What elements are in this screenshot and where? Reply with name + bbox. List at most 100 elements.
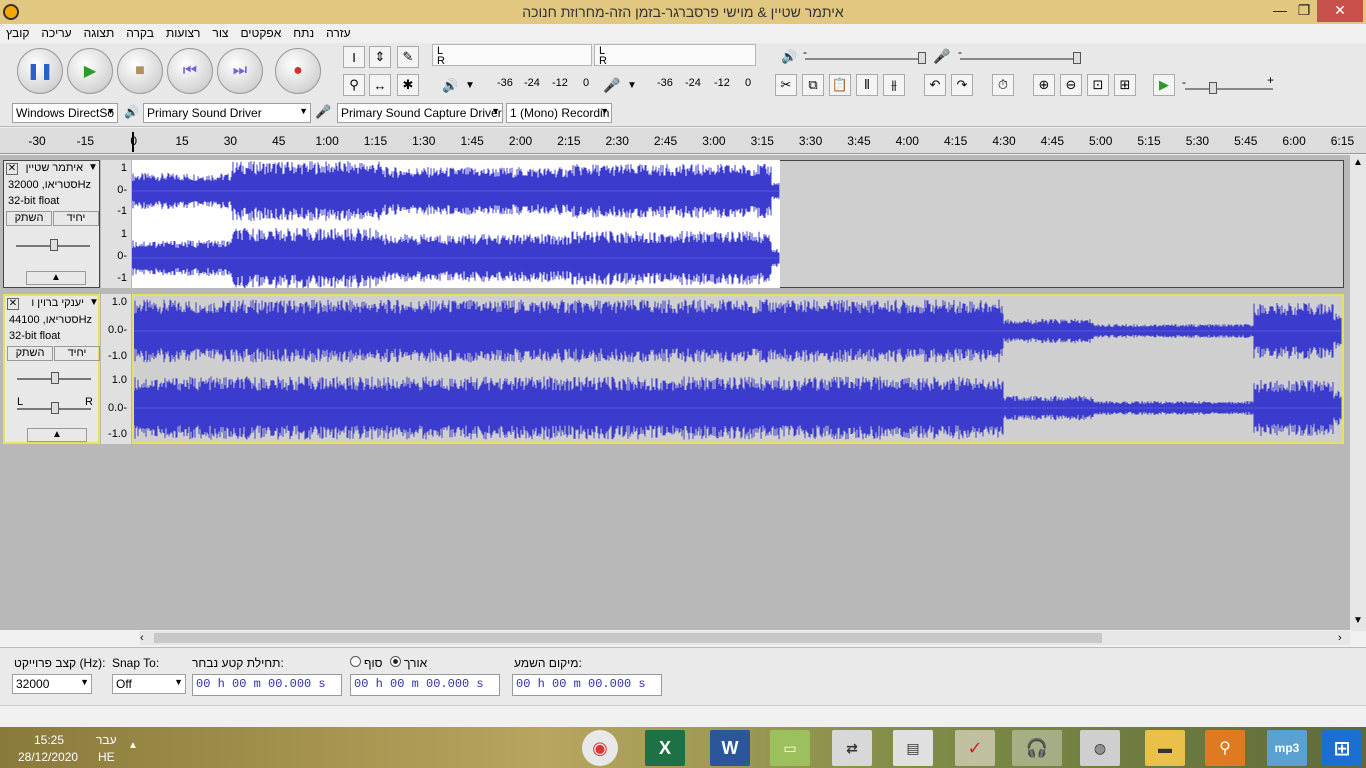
draw-tool-icon[interactable]: ✎	[397, 46, 419, 68]
chevron-up-icon[interactable]: ▲	[128, 740, 138, 751]
zoom-tool-icon[interactable]: ⚲	[343, 74, 365, 96]
chevron-down-icon[interactable]: ▼	[1353, 615, 1363, 626]
search-icon[interactable]: ⚲	[1205, 730, 1245, 766]
horizontal-scrollbar[interactable]	[140, 631, 1350, 645]
timeline-ruler[interactable]: -30-1501530451:001:151:301:452:002:152:3…	[0, 128, 1366, 154]
maximize-button[interactable]: ❐	[1292, 0, 1316, 22]
fit-project-icon[interactable]: ⊞	[1114, 74, 1136, 96]
trim-icon[interactable]: ⫴	[856, 74, 878, 96]
document-icon[interactable]: ▤	[893, 730, 933, 766]
minimize-button[interactable]: —	[1268, 0, 1292, 22]
audio-host-select[interactable]: Windows DirectSo	[12, 103, 118, 123]
selection-tool-icon[interactable]: I	[343, 46, 365, 68]
play-at-speed-icon[interactable]: ▶	[1153, 74, 1175, 96]
close-icon[interactable]: ✕	[7, 298, 19, 310]
audacity-taskbar-icon[interactable]: 🎧	[1012, 730, 1062, 766]
slider-thumb[interactable]	[51, 402, 59, 414]
project-rate-select[interactable]: 32000	[12, 674, 92, 694]
playback-meter[interactable]: L R	[594, 44, 756, 67]
fit-selection-icon[interactable]: ⊡	[1087, 74, 1109, 96]
redo-icon[interactable]: ↷	[951, 74, 973, 96]
slider-thumb[interactable]	[51, 372, 59, 384]
zoom-in-icon[interactable]: ⊕	[1033, 74, 1055, 96]
word-icon[interactable]: W	[710, 730, 750, 766]
play-speed-slider[interactable]	[1185, 88, 1273, 90]
solo-button[interactable]: יחיד	[53, 211, 99, 226]
recording-channels-select[interactable]: 1 (Mono) Recordin	[506, 103, 612, 123]
recording-device-select[interactable]: Primary Sound Capture Driver	[337, 103, 503, 123]
slider-thumb[interactable]	[50, 239, 58, 251]
menu-generate[interactable]: צור	[206, 24, 234, 42]
language-indicator[interactable]: עבר	[96, 733, 117, 747]
paste-icon[interactable]: 📋	[829, 74, 851, 96]
track-1-waveform[interactable]	[132, 160, 780, 288]
cut-icon[interactable]: ✂	[775, 74, 797, 96]
menu-analyze[interactable]: נתח	[287, 24, 320, 42]
menu-effects[interactable]: אפקטים	[234, 24, 287, 42]
snap-to-select[interactable]: Off	[112, 674, 186, 694]
record-meter[interactable]: L R	[432, 44, 592, 67]
skip-end-button[interactable]: ⏭	[217, 48, 263, 94]
vertical-scale[interactable]: 1.0 0.0- -1.0 1.0 0.0- -1.0	[101, 294, 131, 444]
menu-help[interactable]: עזרה	[320, 24, 357, 42]
close-button[interactable]: ✕	[1317, 0, 1363, 22]
camera-icon[interactable]: ◍	[1080, 730, 1120, 766]
zoom-out-icon[interactable]: ⊖	[1060, 74, 1082, 96]
checkmark-app-icon[interactable]: ✓	[955, 730, 995, 766]
chevron-down-icon[interactable]: ▼	[89, 297, 99, 308]
chevron-down-icon[interactable]: ▼	[88, 162, 98, 173]
undo-icon[interactable]: ↶	[924, 74, 946, 96]
end-radio[interactable]	[350, 656, 361, 667]
collapse-icon[interactable]: ▲	[26, 271, 86, 285]
mp3-app-icon[interactable]: mp3	[1267, 730, 1307, 766]
selection-end-time[interactable]: 00 h 00 m 00.000 s	[350, 674, 500, 696]
notes-icon[interactable]: ▭	[770, 730, 810, 766]
copy-icon[interactable]: ⧉	[802, 74, 824, 96]
playback-volume-slider[interactable]	[805, 58, 925, 60]
vertical-scrollbar[interactable]: ▲ ▼	[1350, 155, 1366, 631]
stop-button[interactable]: ■	[117, 48, 163, 94]
language-code[interactable]: HE	[98, 750, 115, 764]
chevron-up-icon[interactable]: ▲	[1353, 157, 1363, 168]
skip-start-button[interactable]: ⏮	[167, 48, 213, 94]
chevron-right-icon[interactable]: ›	[1338, 632, 1342, 644]
play-button[interactable]: ▶	[67, 48, 113, 94]
close-icon[interactable]: ✕	[6, 163, 18, 175]
mute-button[interactable]: השתק	[6, 211, 52, 226]
folder-icon[interactable]: ▬	[1145, 730, 1185, 766]
chevron-left-icon[interactable]: ‹	[140, 632, 144, 644]
microphone-icon: 🎤	[315, 104, 332, 119]
translate-icon[interactable]: ⇄	[832, 730, 872, 766]
menu-file[interactable]: קובץ	[0, 24, 35, 42]
vertical-scale[interactable]: 1 0- -1 1 0- -1	[101, 160, 131, 288]
chevron-down-icon[interactable]: ▼	[627, 80, 637, 91]
sync-lock-icon[interactable]: ⏱	[992, 74, 1014, 96]
envelope-tool-icon[interactable]: ⇕	[369, 46, 391, 68]
record-volume-slider[interactable]	[960, 58, 1080, 60]
selection-start-time[interactable]: 00 h 00 m 00.000 s	[192, 674, 342, 696]
record-button[interactable]: ●	[275, 48, 321, 94]
solo-button[interactable]: יחיד	[54, 346, 100, 361]
length-radio[interactable]	[390, 656, 401, 667]
mute-button[interactable]: השתק	[7, 346, 53, 361]
excel-icon[interactable]: X	[645, 730, 685, 766]
playback-device-select[interactable]: Primary Sound Driver	[143, 103, 311, 123]
scrollbar-thumb[interactable]	[154, 633, 1102, 643]
menu-view[interactable]: תצוגה	[78, 24, 121, 42]
menu-edit[interactable]: עריכה	[35, 24, 77, 42]
collapse-icon[interactable]: ▲	[27, 428, 87, 442]
windows-start-icon[interactable]: ⊞	[1322, 730, 1362, 766]
multi-tool-icon[interactable]: ✱	[397, 74, 419, 96]
track-2-waveform[interactable]	[134, 296, 1342, 442]
timeshift-tool-icon[interactable]: ↔	[369, 74, 391, 96]
slider-thumb[interactable]	[918, 52, 926, 64]
slider-thumb[interactable]	[1209, 82, 1217, 94]
slider-thumb[interactable]	[1073, 52, 1081, 64]
audio-position-time[interactable]: 00 h 00 m 00.000 s	[512, 674, 662, 696]
chrome-icon[interactable]: ◉	[582, 730, 618, 766]
pause-button[interactable]: ❚❚	[17, 48, 63, 94]
menu-tracks[interactable]: רצועות	[160, 24, 206, 42]
silence-icon[interactable]: ⫵	[883, 74, 905, 96]
chevron-down-icon[interactable]: ▼	[465, 80, 475, 91]
menu-transport[interactable]: בקרה	[120, 24, 160, 42]
